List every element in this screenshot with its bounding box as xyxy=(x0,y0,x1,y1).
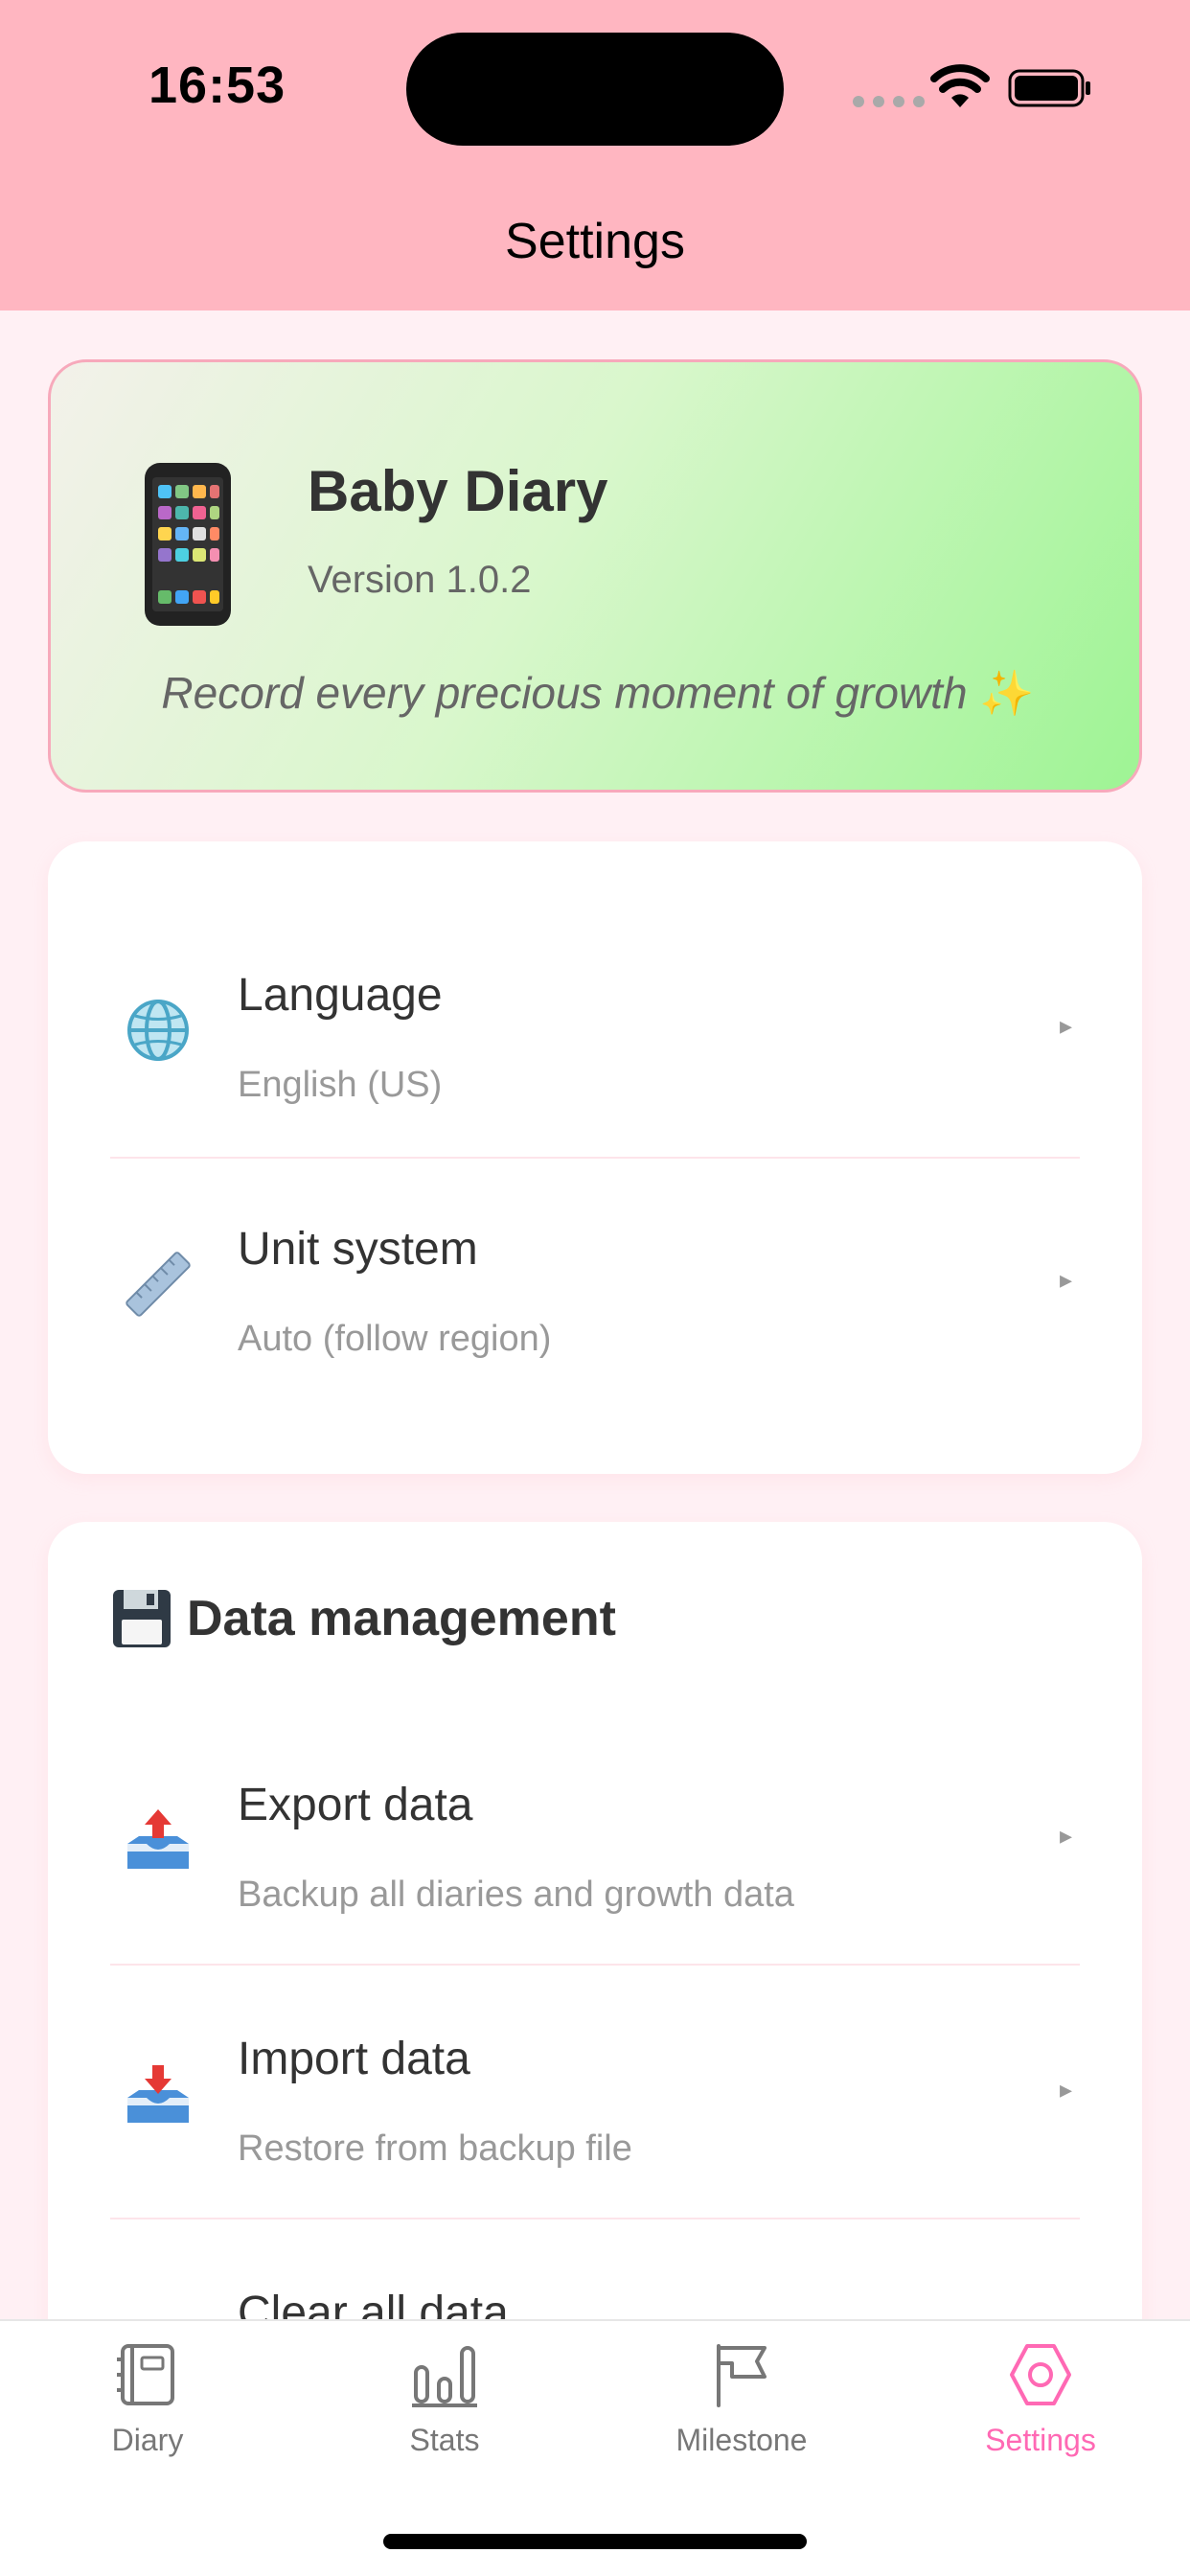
flag-icon xyxy=(717,2344,767,2407)
preferences-card: Language English (US) ▸ Unit system Auto… xyxy=(48,841,1142,1474)
floppy-disk-icon xyxy=(113,1590,171,1647)
chevron-right-icon: ▸ xyxy=(1059,1821,1072,1850)
globe-icon xyxy=(127,1000,189,1061)
app-info-card: Baby Diary Version 1.0.2 Record every pr… xyxy=(48,359,1142,793)
data-management-title: Data management xyxy=(187,1591,616,1646)
tab-stats-label: Stats xyxy=(409,2423,480,2457)
inbox-tray-icon xyxy=(127,2065,189,2123)
bar-chart-icon xyxy=(412,2346,477,2407)
divider xyxy=(110,1964,1080,1966)
tab-diary-label: Diary xyxy=(111,2423,184,2457)
chevron-right-icon: ▸ xyxy=(1059,2075,1072,2104)
export-data-row[interactable]: Export data Backup all diaries and growt… xyxy=(110,1714,1080,1967)
app-tagline: Record every precious moment of growth ✨ xyxy=(161,668,1035,718)
ruler-icon xyxy=(126,1252,191,1317)
language-label: Language xyxy=(238,970,443,1021)
phone-icon xyxy=(145,463,231,626)
home-indicator[interactable] xyxy=(383,2534,807,2549)
tab-diary[interactable]: Diary xyxy=(42,2340,253,2494)
tab-milestone[interactable]: Milestone xyxy=(636,2340,847,2494)
tab-milestone-label: Milestone xyxy=(675,2423,808,2457)
language-value: English (US) xyxy=(238,1065,443,1105)
diary-icon xyxy=(117,2344,174,2405)
gear-icon xyxy=(1010,2344,1071,2405)
battery-icon xyxy=(1008,69,1090,107)
export-data-label: Export data xyxy=(238,1780,473,1830)
import-data-row[interactable]: Import data Restore from backup file ▸ xyxy=(110,1967,1080,2221)
cellular-signal-icon xyxy=(853,96,925,107)
chevron-right-icon: ▸ xyxy=(1059,1265,1072,1294)
app-version: Version 1.0.2 xyxy=(308,559,532,601)
export-data-description: Backup all diaries and growth data xyxy=(238,1874,794,1915)
header: 16:53 Settings xyxy=(0,0,1190,310)
status-time: 16:53 xyxy=(149,57,286,114)
unit-system-value: Auto (follow region) xyxy=(238,1319,552,1359)
tab-stats[interactable]: Stats xyxy=(339,2340,550,2494)
tab-settings-label: Settings xyxy=(985,2423,1096,2457)
outbox-tray-icon xyxy=(127,1809,189,1869)
import-data-label: Import data xyxy=(238,2034,470,2084)
settings-screen: 16:53 Settings Baby Diary Version 1.0.2 … xyxy=(0,0,1190,2576)
dynamic-island xyxy=(406,33,784,146)
section-title: Data management xyxy=(110,1587,616,1650)
app-name: Baby Diary xyxy=(308,459,608,523)
unit-system-label: Unit system xyxy=(238,1224,478,1275)
divider xyxy=(110,2218,1080,2220)
unit-system-row[interactable]: Unit system Auto (follow region) ▸ xyxy=(110,1158,1080,1412)
chevron-right-icon: ▸ xyxy=(1059,1011,1072,1040)
import-data-description: Restore from backup file xyxy=(238,2128,632,2169)
sparkles-icon: ✨ xyxy=(979,668,1035,718)
page-title: Settings xyxy=(505,214,685,269)
tab-settings[interactable]: Settings xyxy=(935,2340,1146,2494)
wifi-icon xyxy=(930,64,990,107)
language-row[interactable]: Language English (US) ▸ xyxy=(110,904,1080,1158)
